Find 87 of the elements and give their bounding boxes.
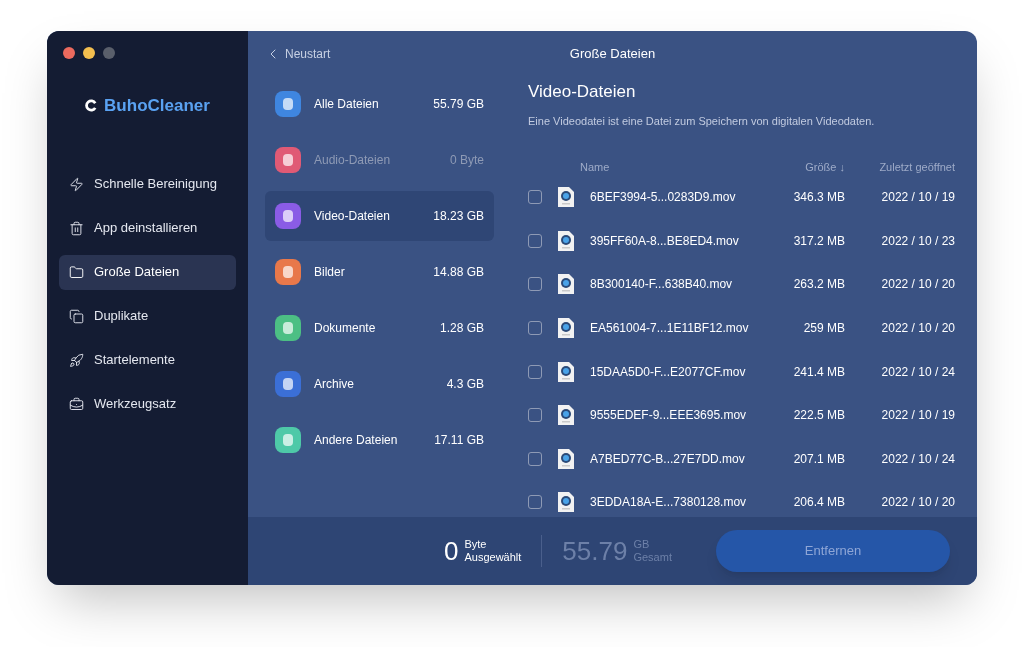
category-item[interactable]: Dokumente 1.28 GB <box>265 303 494 353</box>
category-size: 1.28 GB <box>439 320 484 337</box>
checkbox[interactable] <box>528 190 542 205</box>
file-size: 241.4 MB <box>792 363 845 381</box>
trash-icon <box>69 220 84 236</box>
video-file-icon <box>558 448 574 469</box>
category-item[interactable]: Video-Dateien 18.23 GB <box>265 191 494 241</box>
video-file-icon <box>558 405 574 426</box>
category-item[interactable]: Alle Dateien 55.79 GB <box>265 79 494 129</box>
back-button[interactable]: Neustart <box>265 45 331 63</box>
file-date: 2022 / 10 / 23 <box>880 232 955 250</box>
checkbox[interactable] <box>528 277 542 292</box>
file-name: 15DAA5D0-F...E2077CF.mov <box>590 363 747 381</box>
file-date: 2022 / 10 / 20 <box>880 494 955 512</box>
video-file-icon <box>558 361 574 382</box>
file-name: A7BED77C-B...27E7DD.mov <box>590 450 746 468</box>
folder-icon <box>69 264 84 280</box>
category-size: 0 Byte <box>449 152 484 169</box>
file-size: 207.1 MB <box>792 450 845 468</box>
category-item[interactable]: Archive 4.3 GB <box>265 359 494 409</box>
category-item[interactable]: Andere Dateien 17.11 GB <box>265 415 494 465</box>
file-date: 2022 / 10 / 20 <box>880 320 955 338</box>
category-label: Dokumente <box>314 320 377 337</box>
sidebar-item[interactable]: Werkzeugsatz <box>59 386 236 422</box>
sidebar-item[interactable]: Schnelle Bereinigung <box>59 166 236 202</box>
category-label: Andere Dateien <box>314 432 399 449</box>
total-size-unit: GB <box>633 538 651 551</box>
checkbox[interactable] <box>528 364 542 379</box>
category-label: Archive <box>314 376 355 393</box>
selected-size-value: 0 <box>444 534 459 568</box>
category-label: Video-Dateien <box>314 208 391 225</box>
file-name: 3EDDA18A-E...7380128.mov <box>590 494 748 512</box>
rocket-icon <box>69 352 84 368</box>
file-date: 2022 / 10 / 24 <box>880 363 955 381</box>
video-file-icon <box>558 187 574 208</box>
video-file-icon <box>558 492 574 513</box>
file-name: 9555EDEF-9...EEE3695.mov <box>590 407 748 425</box>
section-description: Eine Videodatei ist eine Datei zum Speichern von digitalen Videodaten. <box>528 113 876 129</box>
file-name: 6BEF3994-5...0283D9.mov <box>590 189 737 207</box>
toolbox-icon <box>69 396 84 412</box>
checkbox[interactable] <box>528 451 542 466</box>
selected-size-unit: Byte <box>464 538 488 551</box>
file-date: 2022 / 10 / 19 <box>880 407 955 425</box>
file-size: 206.4 MB <box>792 494 845 512</box>
category-size: 18.23 GB <box>433 208 484 225</box>
file-date: 2022 / 10 / 19 <box>880 189 955 207</box>
sidebar-item[interactable]: App deinstallieren <box>59 210 236 246</box>
file-size: 222.5 MB <box>792 407 845 425</box>
video-file-icon <box>558 318 574 339</box>
app-logo: BuhoCleaner <box>104 95 210 117</box>
app-logo-icon <box>85 99 99 113</box>
minimize-window-button[interactable] <box>83 47 95 59</box>
sidebar-item[interactable]: Große Dateien <box>59 254 236 290</box>
sidebar-item[interactable]: Startelemente <box>59 342 236 378</box>
checkbox[interactable] <box>528 233 542 248</box>
category-label: Alle Dateien <box>314 96 380 113</box>
file-name: EA561004-7...1E11BF12.mov <box>590 320 750 338</box>
file-size: 346.3 MB <box>792 189 845 207</box>
file-name: 395FF60A-8...BE8ED4.mov <box>590 232 740 250</box>
category-size: 17.11 GB <box>434 432 484 449</box>
file-name: 8B300140-F...638B40.mov <box>590 276 734 294</box>
duplicate-folders-icon <box>69 308 84 324</box>
file-size: 263.2 MB <box>792 276 845 294</box>
window-title: Große Dateien <box>569 45 656 64</box>
video-file-icon <box>558 274 574 295</box>
category-item[interactable]: Bilder 14.88 GB <box>265 247 494 297</box>
checkbox[interactable] <box>528 495 542 510</box>
zoom-window-button[interactable] <box>103 47 115 59</box>
video-file-icon <box>558 230 574 251</box>
category-label: Audio-Dateien <box>314 152 392 169</box>
category-size: 14.88 GB <box>433 264 484 281</box>
sidebar-item[interactable]: Duplikate <box>59 298 236 334</box>
file-date: 2022 / 10 / 20 <box>880 276 955 294</box>
category-size: 55.79 GB <box>433 96 484 113</box>
file-date: 2022 / 10 / 24 <box>880 450 955 468</box>
checkbox[interactable] <box>528 321 542 336</box>
category-label: Bilder <box>314 264 346 281</box>
section-title: Video-Dateien <box>528 81 637 103</box>
category-size: 4.3 GB <box>446 376 484 393</box>
file-size: 317.2 MB <box>792 232 845 250</box>
checkbox[interactable] <box>528 408 542 423</box>
lightning-icon <box>69 176 84 192</box>
total-size-value: 55.79 <box>562 534 628 568</box>
file-size: 259 MB <box>802 320 845 338</box>
close-window-button[interactable] <box>63 47 75 59</box>
selected-label: Ausgewählt <box>464 551 522 564</box>
total-label: Gesamt <box>633 551 672 564</box>
